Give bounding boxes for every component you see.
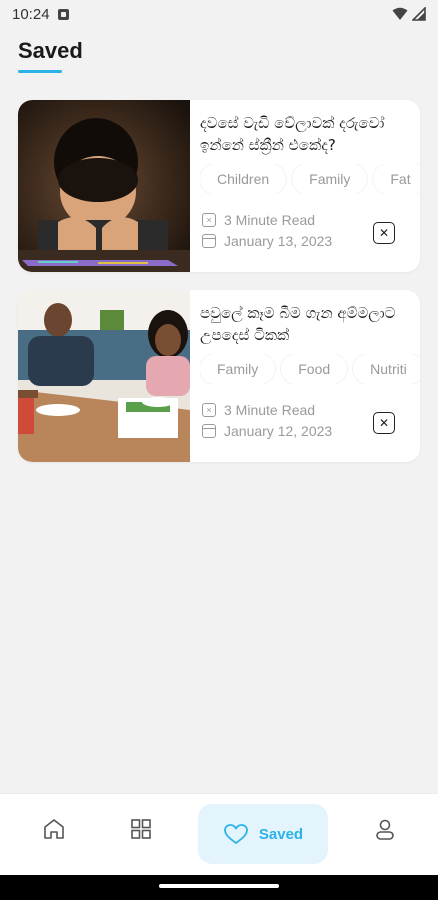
article-image — [18, 100, 190, 272]
read-time-label: 3 Minute Read — [224, 212, 316, 228]
wifi-icon — [392, 7, 408, 20]
system-navigation-bar — [0, 875, 438, 900]
read-time: × 3 Minute Read — [202, 212, 315, 228]
status-time: 10:24 — [12, 5, 50, 23]
title-underline — [18, 70, 62, 73]
calendar-icon — [202, 234, 216, 248]
tag-chip[interactable]: Family — [200, 354, 276, 384]
tag-list: Family Food Nutriti — [200, 354, 420, 384]
nav-saved[interactable]: Saved — [198, 804, 328, 864]
remove-saved-button[interactable]: ✕ — [373, 412, 395, 434]
article-title: පවුලේ කෑම බීම ගැන අම්මලාට උපදෙස් ටිකක් — [200, 304, 396, 344]
home-gesture-handle[interactable] — [159, 884, 279, 888]
notification-icon — [57, 8, 69, 20]
date-label: January 13, 2023 — [224, 233, 333, 249]
close-icon: ✕ — [378, 226, 390, 240]
signal-icon — [412, 7, 426, 21]
tag-chip[interactable]: Family — [292, 164, 368, 194]
status-bar: 10:24 — [0, 0, 438, 28]
tag-chip[interactable]: Children — [200, 164, 287, 194]
saved-article-card[interactable]: දවසේ වැඩි වේලාවක් දරුවෝ ඉන්නේ ස්ක්‍රීන් … — [18, 100, 420, 272]
home-icon — [44, 819, 64, 839]
read-time-label: 3 Minute Read — [224, 402, 316, 418]
profile-icon — [376, 819, 394, 840]
publish-date: January 13, 2023 — [202, 233, 332, 249]
close-icon: ✕ — [378, 416, 390, 430]
heart-icon — [223, 824, 248, 844]
tag-chip[interactable]: Fat — [373, 164, 420, 194]
nav-saved-label: Saved — [258, 825, 304, 843]
nav-home[interactable] — [39, 814, 69, 844]
remove-saved-button[interactable]: ✕ — [373, 222, 395, 244]
date-label: January 12, 2023 — [224, 423, 333, 439]
clock-icon: × — [202, 403, 216, 417]
calendar-icon — [202, 424, 216, 438]
tag-chip[interactable]: Food — [281, 354, 348, 384]
tag-list: Children Family Fat — [200, 164, 420, 194]
bottom-navigation: Saved — [0, 793, 438, 875]
grid-icon — [131, 819, 151, 839]
publish-date: January 12, 2023 — [202, 423, 332, 439]
clock-icon: × — [202, 213, 216, 227]
nav-profile[interactable] — [370, 814, 400, 844]
article-image — [18, 290, 190, 462]
nav-categories[interactable] — [126, 814, 156, 844]
saved-article-card[interactable]: පවුලේ කෑම බීම ගැන අම්මලාට උපදෙස් ටිකක් F… — [18, 290, 420, 462]
article-title: දවසේ වැඩි වේලාවක් දරුවෝ ඉන්නේ ස්ක්‍රීන් … — [200, 114, 385, 154]
tag-chip[interactable]: Nutriti — [353, 354, 420, 384]
page-title: Saved — [18, 38, 83, 63]
read-time: × 3 Minute Read — [202, 402, 315, 418]
